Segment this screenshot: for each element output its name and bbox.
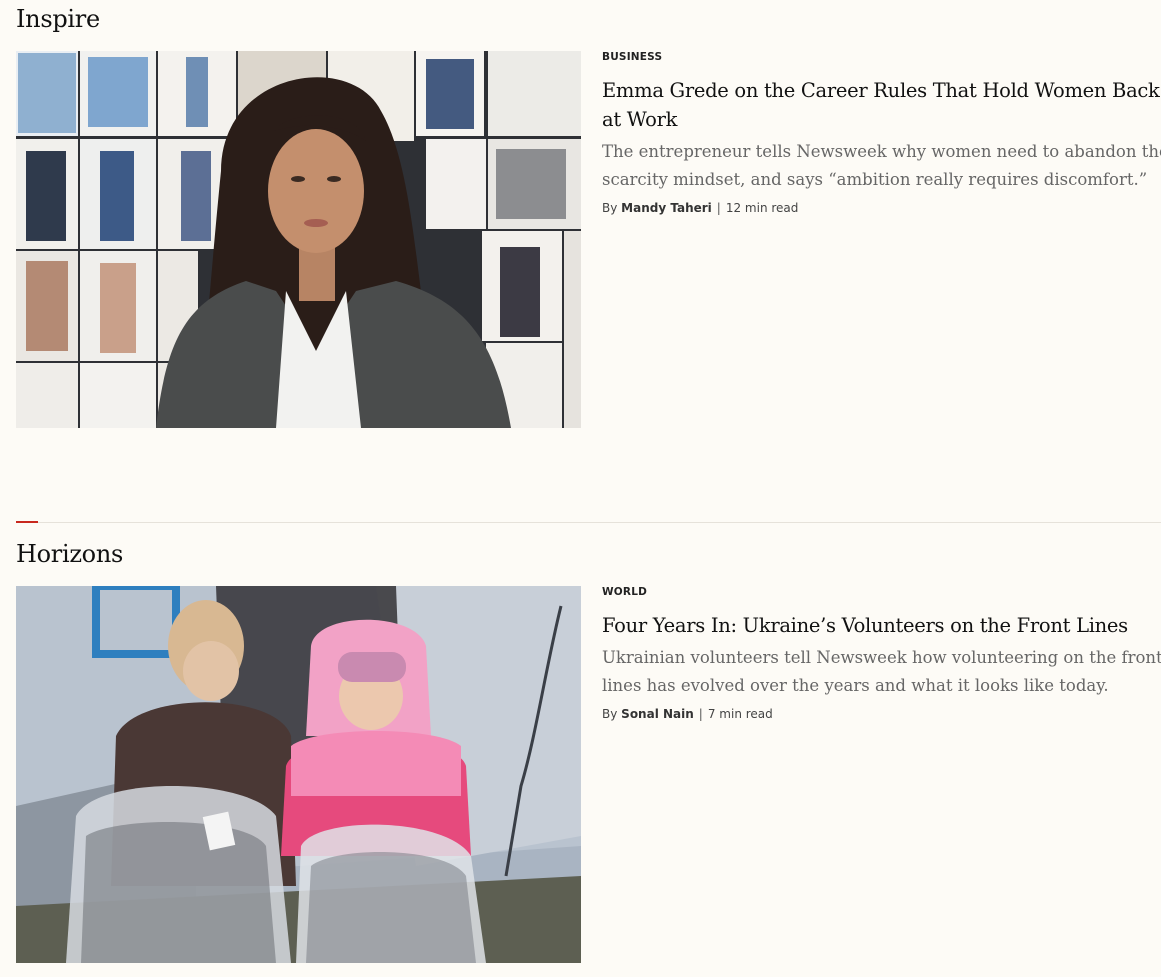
article-summary: Ukrainian volunteers tell Newsweek how v… (602, 648, 1161, 695)
section-inspire: Inspire BUSINESS Emma Grede on the Caree… (0, 0, 1161, 440)
read-time: 7 min read (707, 707, 773, 721)
section-divider (16, 522, 1161, 523)
article-text: WORLD Four Years In: Ukraine’s Volunteer… (602, 585, 1161, 722)
section-horizons: Horizons WORLD Four Years In: Ukraine’s … (0, 535, 1161, 977)
category-link[interactable]: WORLD (602, 585, 1161, 599)
photo-children-bags (16, 586, 581, 963)
article-headline[interactable]: Emma Grede on the Career Rules That Hold… (602, 76, 1161, 134)
category-link[interactable]: BUSINESS (602, 50, 1161, 64)
author-link[interactable]: Mandy Taheri (621, 201, 712, 215)
article-image[interactable] (16, 586, 581, 963)
byline-prefix: By (602, 201, 618, 215)
byline: By Sonal Nain | 7 min read (602, 706, 1161, 722)
article-text: BUSINESS Emma Grede on the Career Rules … (602, 50, 1161, 216)
byline: By Mandy Taheri | 12 min read (602, 200, 1161, 216)
section-title: Inspire (16, 5, 100, 33)
byline-prefix: By (602, 707, 618, 721)
byline-separator: | (716, 201, 721, 215)
article-headline[interactable]: Four Years In: Ukraine’s Volunteers on t… (602, 611, 1161, 640)
article-image[interactable] (16, 51, 581, 428)
photo-woman-blazer (16, 51, 581, 428)
child-face-left (183, 641, 239, 701)
article-summary: The entrepreneur tells Newsweek why wome… (602, 142, 1161, 189)
author-link[interactable]: Sonal Nain (621, 707, 694, 721)
section-title: Horizons (16, 540, 123, 568)
face-shape (268, 129, 364, 253)
section-divider-accent (16, 521, 38, 523)
read-time: 12 min read (725, 201, 799, 215)
byline-separator: | (698, 707, 703, 721)
